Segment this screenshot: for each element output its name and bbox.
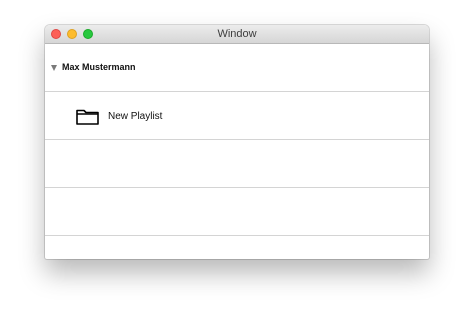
title-bar[interactable]: Window [45, 25, 429, 44]
empty-row [45, 236, 429, 259]
app-window: Window Max Mustermann New Playlist [45, 25, 429, 259]
outline-item-row[interactable]: New Playlist [45, 92, 429, 140]
disclosure-triangle-down-icon[interactable] [51, 65, 57, 71]
empty-row [45, 188, 429, 236]
folder-icon [76, 109, 99, 125]
outline-item-label: New Playlist [108, 111, 163, 122]
group-label: Max Mustermann [62, 62, 136, 72]
outline-group-row[interactable]: Max Mustermann [45, 44, 429, 92]
empty-row [45, 140, 429, 188]
window-title: Window [217, 28, 257, 40]
